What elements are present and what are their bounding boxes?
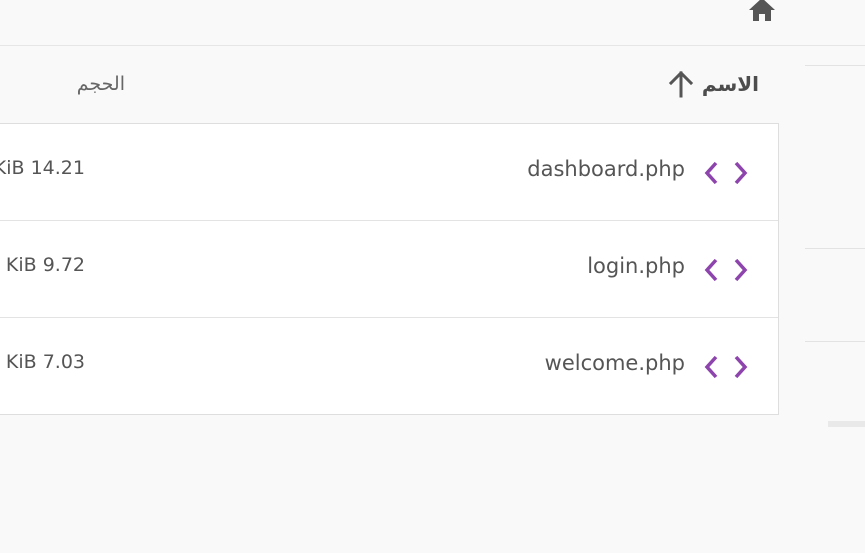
table-row[interactable]: login.php 9.72 KiB: [0, 221, 778, 318]
table-header: الاسم الحجم: [0, 46, 780, 124]
code-icon: [704, 161, 748, 185]
file-list: dashboard.php 14.21 KiB login.php 9.72 K…: [0, 123, 779, 415]
scrollbar[interactable]: [828, 421, 865, 427]
arrow-up-icon: [668, 70, 694, 98]
file-name: welcome.php: [544, 351, 685, 375]
code-icon: [704, 258, 748, 282]
home-button[interactable]: [746, 0, 778, 22]
file-name: login.php: [587, 254, 685, 278]
toolbar: [0, 0, 865, 46]
home-icon: [749, 0, 775, 21]
column-header-size: الحجم: [76, 73, 125, 95]
table-row[interactable]: welcome.php 7.03 KiB: [0, 318, 778, 414]
column-header-name: الاسم: [701, 72, 759, 96]
sort-by-size-button[interactable]: الحجم: [77, 68, 125, 100]
side-panel-divider: [805, 65, 865, 66]
file-size: 7.03 KiB: [5, 351, 85, 373]
table-row[interactable]: dashboard.php 14.21 KiB: [0, 124, 778, 221]
sort-by-name-button[interactable]: الاسم: [668, 68, 759, 100]
side-panel-divider: [805, 341, 865, 342]
file-size: 9.72 KiB: [5, 254, 85, 276]
side-panel-divider: [805, 248, 865, 249]
file-size: 14.21 KiB: [0, 157, 85, 179]
code-icon: [704, 355, 748, 379]
file-manager: الاسم الحجم dashboard.php 14.21 KiB logi…: [0, 0, 865, 553]
file-name: dashboard.php: [527, 157, 685, 181]
